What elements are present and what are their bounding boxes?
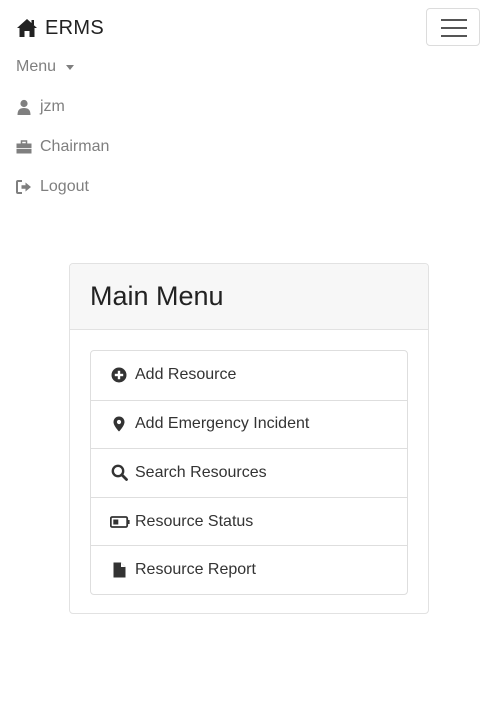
- home-icon: [16, 18, 38, 38]
- caret-down-icon: [66, 64, 75, 70]
- menu-item-resource-status[interactable]: Resource Status: [91, 496, 407, 546]
- user-name: jzm: [40, 98, 65, 115]
- navbar-brand[interactable]: ERMS: [16, 15, 104, 41]
- page-title: Main Menu: [90, 281, 224, 311]
- menu-item-search-resources[interactable]: Search Resources: [91, 448, 407, 497]
- menu-item-add-resource[interactable]: Add Resource: [91, 351, 407, 400]
- hamburger-icon: [441, 19, 467, 21]
- menu-item-label: Add Resource: [135, 366, 237, 384]
- map-marker-icon: [110, 415, 128, 433]
- plus-circle-icon: [110, 366, 128, 384]
- role-name: Chairman: [40, 138, 110, 155]
- main-menu-card: Main Menu Add Resource Add Emergency Inc…: [69, 263, 429, 614]
- file-icon: [110, 561, 128, 579]
- navbar-toggler-button[interactable]: [426, 8, 480, 46]
- nav-logout[interactable]: Logout: [16, 176, 89, 198]
- menu-item-label: Resource Status: [135, 512, 254, 530]
- card-header: Main Menu: [70, 264, 428, 330]
- nav-role[interactable]: Chairman: [16, 136, 109, 158]
- search-icon: [110, 464, 128, 482]
- menu-label: Menu: [16, 58, 57, 75]
- menu-item-resource-report[interactable]: Resource Report: [91, 545, 407, 594]
- menu-item-label: Resource Report: [135, 561, 256, 579]
- menu-item-label: Add Emergency Incident: [135, 415, 310, 433]
- logout-label: Logout: [40, 178, 89, 195]
- battery-icon: [110, 513, 130, 531]
- menu-dropdown-toggle[interactable]: Menu: [16, 56, 75, 78]
- nav-user[interactable]: jzm: [16, 96, 65, 118]
- menu-item-label: Search Resources: [135, 463, 267, 481]
- briefcase-icon: [16, 139, 32, 155]
- sign-out-icon: [16, 179, 32, 195]
- main-menu-list: Add Resource Add Emergency Incident Sear…: [90, 350, 408, 595]
- menu-item-add-emergency-incident[interactable]: Add Emergency Incident: [91, 399, 407, 449]
- user-icon: [16, 99, 32, 115]
- brand-name: ERMS: [45, 16, 104, 39]
